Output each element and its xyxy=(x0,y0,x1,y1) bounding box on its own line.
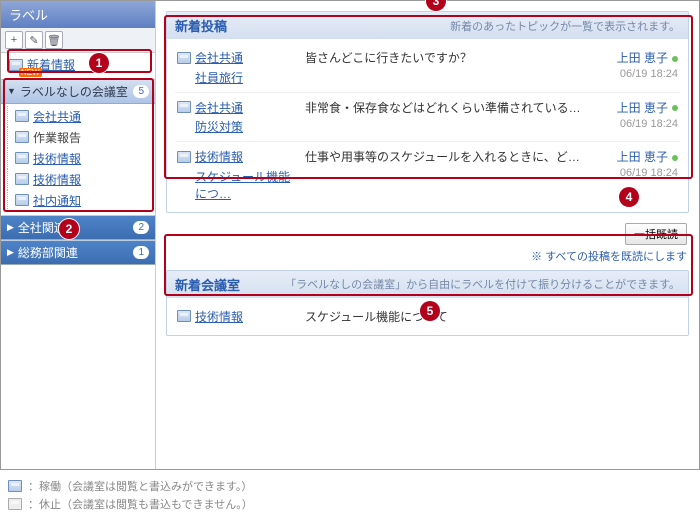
anno-4: 4 xyxy=(619,187,639,207)
anno-1: 1 xyxy=(89,53,109,73)
room-icon xyxy=(15,152,29,164)
bulk-note: ※ すべての投稿を既読にします xyxy=(166,248,687,264)
room-icon xyxy=(177,151,191,163)
post-body: 非常食・保存食などはどれくらい準備されているのでしょ… xyxy=(305,99,590,116)
post-author-link[interactable]: 上田 恵子 xyxy=(617,51,668,65)
post-body: 皆さんどこに行きたいですか？ xyxy=(305,49,590,66)
group-somu-label: 総務部関連 xyxy=(18,244,78,261)
sidebar-title: ラベル xyxy=(1,1,155,28)
tree-item[interactable]: 会社共通 xyxy=(1,106,155,127)
tree-item[interactable]: 社内通知 xyxy=(1,190,155,211)
post-row: 会社共通 社員旅行 皆さんどこに行きたいですか？ 上田 恵子 06/19 18:… xyxy=(175,43,680,92)
tree-unlabeled: 会社共通 作業報告 技術情報 技術情報 社内通知 xyxy=(1,104,155,215)
tree-item[interactable]: 作業報告 xyxy=(1,127,155,148)
group-somu-count: 1 xyxy=(133,246,149,259)
rooms-panel-head: 新着会議室 「ラベルなしの会議室」から自由にラベルを付けて振り分けることができま… xyxy=(167,271,688,298)
main-area: 新着投稿 新着のあったトピックが一覧で表示されます。 会社共通 社員旅行 皆さん… xyxy=(156,1,699,469)
post-author-link[interactable]: 上田 恵子 xyxy=(617,150,668,164)
anno-5: 5 xyxy=(420,301,440,321)
presence-dot xyxy=(672,105,678,111)
room-icon-off xyxy=(8,498,22,510)
expand-icon: ▶ xyxy=(7,222,14,233)
anno-2: 2 xyxy=(59,219,79,239)
collapse-icon: ▼ xyxy=(7,86,16,96)
group-unlabeled-label: ラベルなしの会議室 xyxy=(20,83,128,100)
post-topic-link[interactable]: 社員旅行 xyxy=(195,69,297,86)
legend-inactive: ：休止（会議室は閲覧も書込もできません。） xyxy=(28,496,253,512)
new-info-row: 新着情報 NEW xyxy=(1,53,155,79)
post-row: 会社共通 防災対策 非常食・保存食などはどれくらい準備されているのでしょ… 上田… xyxy=(175,92,680,142)
sidebar-toolbar: + ✎ 🗑 xyxy=(1,28,155,53)
new-badge: NEW xyxy=(19,68,42,77)
room-icon xyxy=(15,173,29,185)
post-category-link[interactable]: 会社共通 xyxy=(177,99,243,116)
add-button[interactable]: + xyxy=(5,31,23,49)
posts-panel-head: 新着投稿 新着のあったトピックが一覧で表示されます。 xyxy=(167,12,688,39)
rooms-panel-title: 新着会議室 xyxy=(175,275,240,294)
legend-active: ：稼働（会議室は閲覧と書込みができます。） xyxy=(28,478,252,494)
room-icon xyxy=(177,310,191,322)
legend: ：稼働（会議室は閲覧と書込みができます。） ：休止（会議室は閲覧も書込もできませ… xyxy=(0,470,700,522)
posts-panel: 新着投稿 新着のあったトピックが一覧で表示されます。 会社共通 社員旅行 皆さん… xyxy=(166,11,689,213)
room-icon xyxy=(8,480,22,492)
expand-icon: ▶ xyxy=(7,247,14,258)
new-info-link[interactable]: 新着情報 NEW xyxy=(9,56,75,73)
post-author-link[interactable]: 上田 恵子 xyxy=(617,101,668,115)
posts-panel-body: 会社共通 社員旅行 皆さんどこに行きたいですか？ 上田 恵子 06/19 18:… xyxy=(167,39,688,212)
group-somu-header[interactable]: ▶ 総務部関連 1 xyxy=(1,240,155,265)
rooms-panel-hint: 「ラベルなしの会議室」から自由にラベルを付けて振り分けることができます。 xyxy=(285,276,680,292)
post-row: 技術情報 スケジュール機能につ… 仕事や用事等のスケジュールを入れるときに、どの… xyxy=(175,141,680,208)
app-window: 1 2 3 4 5 ラベル + ✎ 🗑 新着情報 NEW ▼ ラベルなしの会議室… xyxy=(0,0,700,470)
group-unlabeled-count: 5 xyxy=(133,85,149,98)
room-icon xyxy=(177,52,191,64)
tree-item[interactable]: 技術情報 xyxy=(1,169,155,190)
post-time: 06/19 18:24 xyxy=(598,68,678,80)
post-topic-link[interactable]: 防災対策 xyxy=(195,118,297,135)
presence-dot xyxy=(672,56,678,62)
presence-dot xyxy=(672,155,678,161)
edit-button[interactable]: ✎ xyxy=(25,31,43,49)
group-all-count: 2 xyxy=(133,221,149,234)
sidebar: ラベル + ✎ 🗑 新着情報 NEW ▼ ラベルなしの会議室 5 会社共通 作業… xyxy=(1,1,156,469)
post-topic-link[interactable]: スケジュール機能につ… xyxy=(195,168,297,202)
post-category-link[interactable]: 会社共通 xyxy=(177,49,243,66)
bulk-row: 一括既読 ※ すべての投稿を既読にします xyxy=(166,221,689,270)
bulk-read-button[interactable]: 一括既読 xyxy=(625,223,687,245)
delete-button[interactable]: 🗑 xyxy=(45,31,63,49)
room-icon xyxy=(15,110,29,122)
group-unlabeled-header[interactable]: ▼ ラベルなしの会議室 5 xyxy=(1,79,155,104)
post-body: 仕事や用事等のスケジュールを入れるときに、どのような… xyxy=(305,148,590,165)
room-icon xyxy=(15,131,29,143)
room-icon xyxy=(177,101,191,113)
tree-item[interactable]: 技術情報 xyxy=(1,148,155,169)
post-time: 06/19 18:24 xyxy=(598,167,678,179)
posts-panel-hint: 新着のあったトピックが一覧で表示されます。 xyxy=(450,18,680,34)
room-icon xyxy=(15,194,29,206)
room-link[interactable]: 技術情報 xyxy=(177,308,297,325)
post-time: 06/19 18:24 xyxy=(598,118,678,130)
posts-panel-title: 新着投稿 xyxy=(175,16,227,35)
post-category-link[interactable]: 技術情報 xyxy=(177,148,243,165)
